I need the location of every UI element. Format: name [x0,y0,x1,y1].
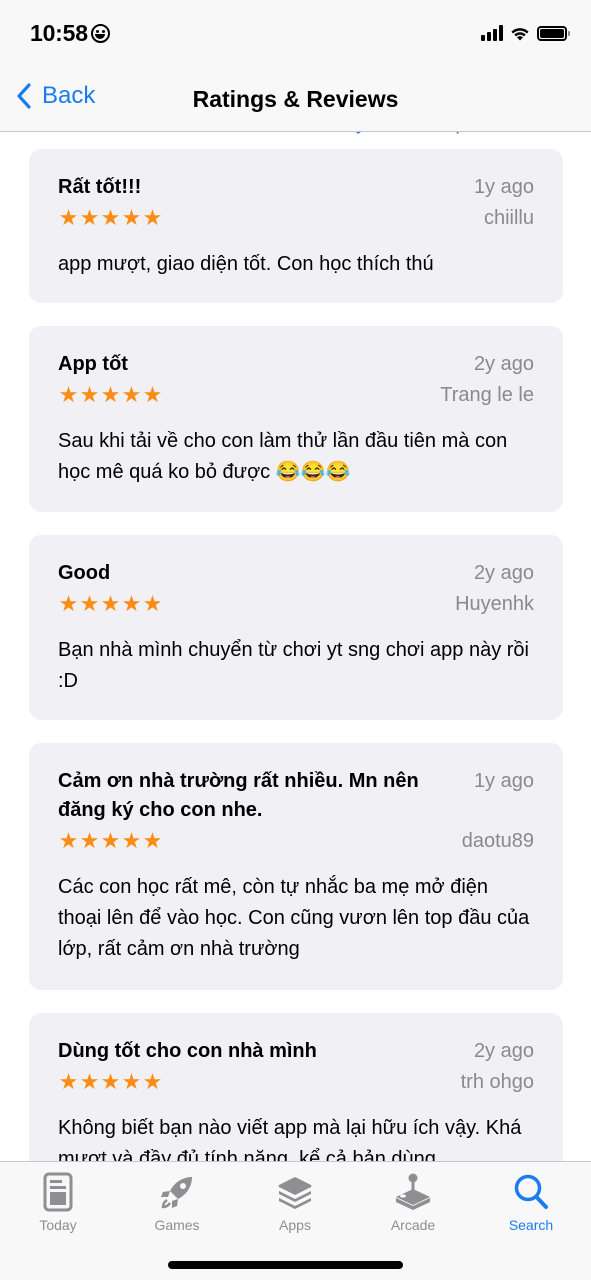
star-rating: ★ ★ ★ ★ ★ [58,828,163,853]
review-body: app mượt, giao diện tốt. Con học thích t… [58,253,434,275]
battery-icon [537,25,570,41]
review-title: Good [58,562,111,584]
tab-label: Search [508,1217,554,1233]
home-indicator[interactable] [168,1261,403,1269]
star-icon: ★ [100,591,121,616]
tab-games[interactable]: Games [127,1170,227,1233]
tab-search[interactable]: Search [481,1170,581,1233]
review-date: 1y ago [473,176,534,198]
smiley-icon [90,24,110,43]
wifi-icon [511,28,529,41]
page-title: Ratings & Reviews [192,86,399,112]
star-icon: ★ [58,591,79,616]
star-rating: ★ ★ ★ ★ ★ [58,591,163,616]
star-icon: ★ [79,1069,100,1094]
review-title: App tốt [58,353,128,375]
search-icon [514,1174,548,1209]
tab-label: Arcade [390,1217,436,1233]
review-body: Các con học rất mê, còn tự nhắc ba mẹ mở… [58,876,530,960]
status-bar: 10:58 [0,0,591,70]
today-icon [43,1172,73,1212]
review-author: trh ohgo [460,1071,534,1093]
review-author: chiillu [483,207,534,229]
star-icon: ★ [121,591,142,616]
star-icon: ★ [121,1069,142,1094]
star-icon: ★ [100,828,121,853]
star-icon: ★ [79,382,100,407]
review-date: 2y ago [473,562,534,584]
star-icon: ★ [58,205,79,230]
star-icon: ★ [142,591,163,616]
star-icon: ★ [121,205,142,230]
tab-today[interactable]: Today [8,1170,108,1233]
layers-icon [278,1177,312,1209]
review-body: Sau khi tải về cho con làm thử lần đầu t… [58,430,508,483]
tab-label: Games [154,1217,200,1233]
star-rating: ★ ★ ★ ★ ★ [58,205,163,230]
review-card[interactable]: Rất tốt!!! 1y ago ★ ★ ★ ★ ★ chiillu app mượt… [29,149,563,303]
star-icon: ★ [142,1069,163,1094]
cellular-signal-icon [481,25,503,41]
star-icon: ★ [79,205,100,230]
star-icon: ★ [121,382,142,407]
star-icon: ★ [121,828,142,853]
review-author: daotu89 [461,830,534,852]
star-icon: ★ [79,828,100,853]
joystick-icon [396,1173,430,1210]
star-icon: ★ [142,828,163,853]
review-date: 2y ago [473,353,534,375]
star-icon: ★ [100,205,121,230]
review-title: Dùng tốt cho con nhà mình [58,1040,317,1062]
star-icon: ★ [58,1069,79,1094]
star-icon: ★ [58,828,79,853]
review-card[interactable]: Good 2y ago ★ ★ ★ ★ ★ Huyenhk Bạn nhà mình c… [29,535,563,720]
review-card[interactable]: Cảm ơn nhà trường rất nhiều. Mn nên đăng… [29,743,563,990]
review-author: Trang le le [440,384,534,406]
star-rating: ★ ★ ★ ★ ★ [58,1069,163,1094]
star-icon: ★ [100,1069,121,1094]
tab-label: Apps [279,1217,311,1233]
review-card[interactable]: App tốt 2y ago ★ ★ ★ ★ ★ Trang le le Sau khi… [29,326,563,512]
star-icon: ★ [79,591,100,616]
tab-arcade[interactable]: Arcade [363,1170,463,1233]
star-icon: ★ [142,382,163,407]
status-time: 10:58 [30,20,110,47]
tab-label: Today [39,1217,77,1233]
star-icon: ★ [100,382,121,407]
tab-apps[interactable]: Apps [245,1170,345,1233]
star-icon: ★ [142,205,163,230]
navigation-bar: Back Ratings & Reviews [0,70,591,132]
review-date: 2y ago [473,1040,534,1062]
review-date: 1y ago [473,770,534,792]
review-title: Cảm ơn nhà trường rất nhiều. Mn nên đăng… [58,770,419,821]
star-rating: ★ ★ ★ ★ ★ [58,382,163,407]
review-body: Bạn nhà mình chuyển từ chơi yt sng chơi … [58,639,529,692]
star-icon: ★ [58,382,79,407]
review-author: Huyenhk [455,593,534,615]
rocket-icon [161,1177,192,1209]
review-title: Rất tốt!!! [58,176,142,198]
status-icons [481,25,570,41]
clock: 10:58 [30,20,88,46]
